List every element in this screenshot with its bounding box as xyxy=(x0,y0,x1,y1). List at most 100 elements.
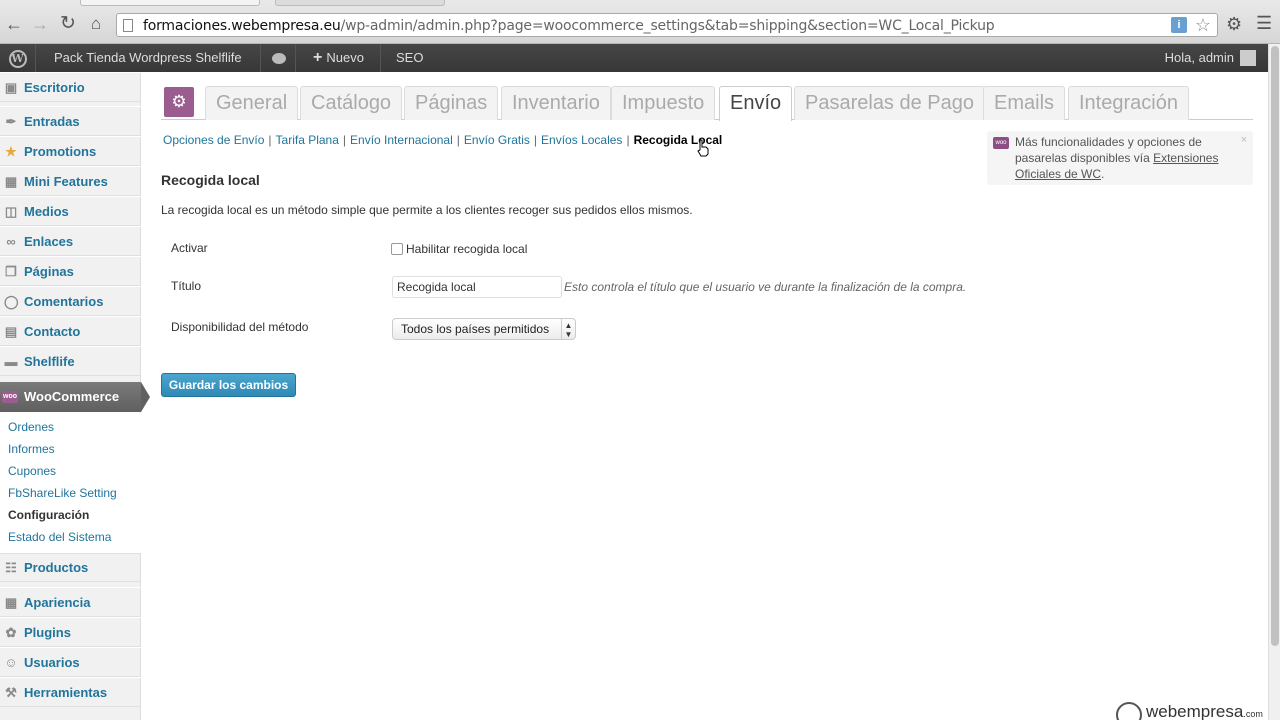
enable-label: Activar xyxy=(171,241,208,255)
watermark-name: webempresa xyxy=(1146,702,1244,720)
account-menu[interactable]: Hola, admin xyxy=(1155,44,1268,72)
tools-icon: ⚒ xyxy=(5,685,17,700)
tab-general[interactable]: General xyxy=(205,86,299,120)
tab-emails[interactable]: Emails xyxy=(983,86,1066,120)
address-url[interactable]: formaciones.webempresa.eu/wp-admin/admin… xyxy=(143,18,995,34)
seo-menu[interactable]: SEO xyxy=(384,44,435,72)
sidebar-item-plugins[interactable]: ✿ Plugins xyxy=(0,617,141,647)
woocommerce-settings-icon: ⚙ xyxy=(164,87,194,117)
products-icon: ☷ xyxy=(5,560,17,575)
sidebar-item-promotions[interactable]: ★ Promotions xyxy=(0,136,141,166)
extension-icon[interactable]: i xyxy=(1171,17,1187,33)
sidebar-item-label: Promotions xyxy=(24,144,97,159)
tab-inventario[interactable]: Inventario xyxy=(501,86,611,120)
tab-pasarelas-pago[interactable]: Pasarelas de Pago xyxy=(794,86,986,120)
pages-icon: ❐ xyxy=(5,264,17,279)
wrench-icon[interactable]: ⚙ xyxy=(1226,14,1242,35)
submenu-item-ordenes[interactable]: Ordenes xyxy=(8,420,54,434)
availability-select[interactable]: Todos los países permitidos ▲ ▼ xyxy=(392,318,576,340)
sidebar-item-woocommerce[interactable]: woo WooCommerce xyxy=(0,382,150,412)
url-host: formaciones.webempresa.eu xyxy=(143,18,341,34)
sidebar-item-mini-features[interactable]: ▦ Mini Features xyxy=(0,166,141,196)
section-description: La recogida local es un método simple qu… xyxy=(161,203,693,217)
webempresa-watermark: webempresa.com xyxy=(1116,702,1263,720)
browser-tab[interactable] xyxy=(275,0,445,6)
sidebar-item-entradas[interactable]: ✒ Entradas xyxy=(0,106,141,136)
sidebar-item-paginas[interactable]: ❐ Páginas xyxy=(0,256,141,286)
sidebar-item-label: Páginas xyxy=(24,264,74,279)
submenu-item-fbsharelike[interactable]: FbShareLike Setting xyxy=(8,486,117,500)
comments-icon[interactable] xyxy=(262,44,296,72)
submenu-item-estado-sistema[interactable]: Estado del Sistema xyxy=(8,530,111,544)
sidebar-item-shelflife[interactable]: ▬ Shelflife xyxy=(0,346,141,376)
sidebar-item-label: Comentarios xyxy=(24,294,104,309)
settings-tabs: ⚙ General Catálogo Páginas Inventario Im… xyxy=(161,84,1253,121)
menu-icon[interactable]: ☰ xyxy=(1256,13,1272,34)
submenu-item-configuracion[interactable]: Configuración xyxy=(8,508,89,522)
subnav-separator: | xyxy=(626,133,630,147)
pin-icon: ✒ xyxy=(5,114,17,129)
star-icon: ★ xyxy=(5,144,17,159)
page-scrollbar[interactable] xyxy=(1268,44,1280,720)
tab-catalogo[interactable]: Catálogo xyxy=(300,86,403,120)
sidebar-item-label: Herramientas xyxy=(24,685,108,700)
woocommerce-icon: woo xyxy=(993,137,1009,149)
woocommerce-icon: woo xyxy=(2,391,18,403)
enable-checkbox-label[interactable]: Habilitar recogida local xyxy=(406,242,527,256)
users-icon: ☺ xyxy=(4,655,18,670)
tab-impuesto[interactable]: Impuesto xyxy=(611,86,716,120)
subnav-separator: | xyxy=(456,133,460,147)
appearance-icon: ▦ xyxy=(4,595,18,610)
subnav-separator: | xyxy=(342,133,347,147)
account-label: Hola, admin xyxy=(1164,50,1234,65)
home-icon[interactable]: ⌂ xyxy=(86,14,106,34)
hand-cursor-icon xyxy=(697,139,709,157)
plus-icon: + xyxy=(313,49,323,66)
subnav-envios-locales[interactable]: Envíos Locales xyxy=(541,133,622,147)
browser-tab-active[interactable] xyxy=(80,0,260,6)
forward-icon[interactable]: → xyxy=(30,14,50,34)
shelflife-icon: ▬ xyxy=(4,354,18,369)
title-description: Esto controla el título que el usuario v… xyxy=(564,280,967,294)
tab-envio[interactable]: Envío xyxy=(719,86,793,121)
shipping-subnav: Opciones de Envío | Tarifa Plana | Envío Int… xyxy=(163,133,722,147)
sidebar-item-label: Productos xyxy=(24,560,89,575)
site-name-link[interactable]: Pack Tienda Wordpress Shelflife xyxy=(36,44,261,72)
sidebar-item-label: Apariencia xyxy=(24,595,91,610)
tab-integracion[interactable]: Integración xyxy=(1068,86,1189,120)
availability-label: Disponibilidad del método xyxy=(171,320,309,334)
enable-checkbox[interactable] xyxy=(391,243,403,255)
sidebar-item-enlaces[interactable]: ∞ Enlaces xyxy=(0,226,141,256)
sidebar-item-label: Plugins xyxy=(24,625,71,640)
sidebar-item-productos[interactable]: ☷ Productos xyxy=(0,552,141,582)
title-input[interactable]: Recogida local xyxy=(392,276,562,298)
submenu-item-informes[interactable]: Informes xyxy=(8,442,55,456)
sidebar-item-contacto[interactable]: ▤ Contacto xyxy=(0,316,141,346)
availability-value: Todos los países permitidos xyxy=(401,322,550,336)
back-icon[interactable]: ← xyxy=(4,14,24,34)
sidebar-item-herramientas[interactable]: ⚒ Herramientas xyxy=(0,677,141,707)
dashboard-icon: ▣ xyxy=(4,80,18,95)
reload-icon[interactable]: ↻ xyxy=(58,14,78,34)
sidebar-item-escritorio[interactable]: ▣ Escritorio xyxy=(0,72,141,102)
sidebar-item-medios[interactable]: ◫ Medios xyxy=(0,196,141,226)
submenu-item-cupones[interactable]: Cupones xyxy=(8,464,56,478)
subnav-tarifa-plana[interactable]: Tarifa Plana xyxy=(276,133,339,147)
address-bar[interactable]: formaciones.webempresa.eu/wp-admin/admin… xyxy=(116,13,1218,37)
save-button[interactable]: Guardar los cambios xyxy=(161,373,296,397)
sidebar-item-comentarios[interactable]: ◯ Comentarios xyxy=(0,286,141,316)
subnav-envio-internacional[interactable]: Envío Internacional xyxy=(350,133,453,147)
wordpress-logo-icon[interactable]: W xyxy=(0,44,36,72)
sidebar-item-label: Shelflife xyxy=(24,354,75,369)
subnav-envio-gratis[interactable]: Envío Gratis xyxy=(464,133,530,147)
sidebar-item-usuarios[interactable]: ☺ Usuarios xyxy=(0,647,141,677)
bookmark-star-icon[interactable]: ☆ xyxy=(1195,15,1211,36)
sidebar-item-apariencia[interactable]: ▦ Apariencia xyxy=(0,587,141,617)
close-icon[interactable]: × xyxy=(1241,134,1247,146)
sidebar-item-label: Mini Features xyxy=(24,174,108,189)
tab-paginas[interactable]: Páginas xyxy=(404,86,499,120)
comments-icon: ◯ xyxy=(4,294,19,309)
subnav-opciones-envio[interactable]: Opciones de Envío xyxy=(163,133,264,147)
scrollbar-thumb[interactable] xyxy=(1271,46,1279,646)
new-content-button[interactable]: + Nuevo xyxy=(297,44,381,72)
